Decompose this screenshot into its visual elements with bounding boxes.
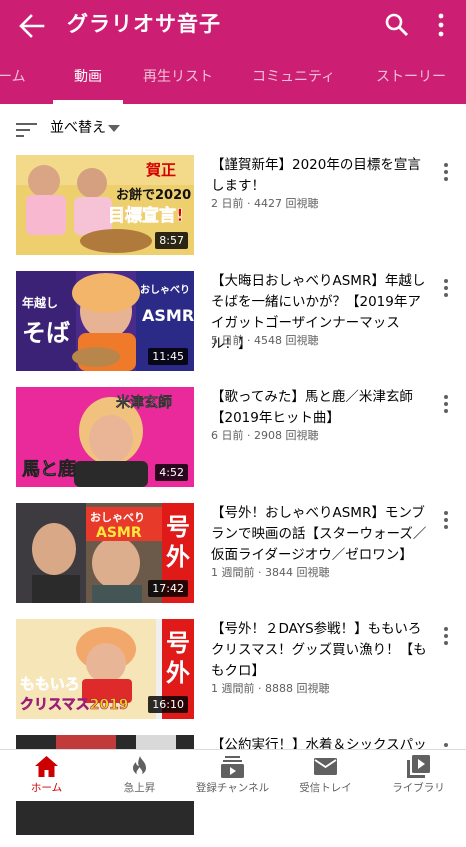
- video-metadata: 1 週間前 · 8888 回視聴: [211, 682, 330, 695]
- duration-badge: 17:42: [148, 580, 188, 597]
- channel-header: グラリオサ音子 ホーム 動画 再生リスト コミュニティ ストーリー: [0, 0, 466, 104]
- thumbnail-caption: 賀正: [145, 161, 176, 179]
- thumbnail-caption: 外: [166, 659, 190, 687]
- thumbnail-caption: ASMR: [142, 306, 194, 325]
- video-title[interactable]: 【謹賀新年】2020年の目標を宣言します！: [211, 155, 427, 197]
- duration-badge: 8:57: [155, 232, 188, 249]
- channel-title: グラリオサ音子: [67, 12, 221, 36]
- video-thumbnail[interactable]: 年越し そば おしゃべり ASMR 11:45: [16, 271, 194, 371]
- thumbnail-caption: 馬と鹿: [22, 458, 76, 480]
- sort-icon: [16, 123, 37, 137]
- bottom-navigation: ホーム 急上昇 登録チャンネル 受信トレイ ライブラリ: [0, 749, 466, 801]
- video-thumbnail[interactable]: おしゃべり ASMR 号 外 17:42: [16, 503, 194, 603]
- video-thumbnail[interactable]: 号 外 ももいろ クリスマス2019 16:10: [16, 619, 194, 719]
- thumbnail-caption: おしゃべり: [140, 284, 190, 296]
- video-title[interactable]: 【歌ってみた】馬と鹿／米津玄師【2019年ヒット曲】: [211, 387, 427, 429]
- more-vert-icon: [444, 627, 448, 645]
- chevron-down-icon: [108, 125, 120, 132]
- back-button[interactable]: [16, 12, 46, 40]
- tab-playlists[interactable]: 再生リスト: [143, 52, 213, 104]
- nav-home[interactable]: ホーム: [0, 750, 93, 801]
- thumbnail-caption: おしゃべり: [90, 511, 145, 524]
- nav-label: 急上昇: [123, 782, 156, 794]
- sort-label[interactable]: 並べ替え: [50, 118, 106, 138]
- video-item[interactable]: 号 外 ももいろ クリスマス2019 16:10 【号外！２DAYS参戦！】もも…: [0, 619, 466, 731]
- video-metadata: 2 日前 · 4427 回視聴: [211, 197, 319, 210]
- tab-home[interactable]: ホーム: [0, 52, 26, 104]
- duration-badge: 16:10: [148, 696, 188, 713]
- arrow-back-icon: [19, 14, 45, 38]
- video-thumbnail[interactable]: 賀正 お餅で2020 目標宣言! 8:57: [16, 155, 194, 255]
- more-vert-icon: [438, 13, 444, 37]
- more-vert-icon: [444, 511, 448, 529]
- thumbnail-caption: 米津玄師: [116, 394, 172, 411]
- nav-label: ホーム: [30, 782, 63, 794]
- search-button[interactable]: [384, 12, 410, 38]
- nav-trending[interactable]: 急上昇: [93, 750, 186, 801]
- nav-subscriptions[interactable]: 登録チャンネル: [186, 750, 279, 801]
- video-item[interactable]: 米津玄師 馬と鹿 4:52 【歌ってみた】馬と鹿／米津玄師【2019年ヒット曲】…: [0, 387, 466, 499]
- thumbnail-caption: ももいろ: [20, 675, 80, 693]
- tab-community[interactable]: コミュニティ: [252, 52, 335, 104]
- video-item[interactable]: おしゃべり ASMR 号 外 17:42 【号外！おしゃべりASMR】モンブラン…: [0, 503, 466, 615]
- subscriptions-icon: [221, 756, 244, 778]
- trending-fire-icon: [133, 756, 146, 776]
- nav-library[interactable]: ライブラリ: [372, 750, 465, 801]
- nav-label: 登録チャンネル: [195, 782, 270, 794]
- search-icon: [385, 13, 408, 36]
- video-metadata: 1 週間前 · 3844 回視聴: [211, 566, 330, 579]
- thumbnail-caption: 年越し: [22, 295, 58, 310]
- more-vert-icon: [444, 163, 448, 181]
- thumbnail-caption: 外: [166, 543, 190, 571]
- channel-tabs: ホーム 動画 再生リスト コミュニティ ストーリー: [0, 52, 466, 104]
- nav-label: 受信トレイ: [299, 782, 352, 794]
- app-bar: グラリオサ音子: [0, 0, 466, 52]
- thumbnail-caption: そば: [22, 319, 70, 347]
- nav-label: ライブラリ: [392, 782, 445, 794]
- thumbnail-caption: 目標宣言!: [108, 205, 184, 226]
- home-icon: [35, 756, 58, 777]
- video-item[interactable]: 賀正 お餅で2020 目標宣言! 8:57 【謹賀新年】2020年の目標を宣言し…: [0, 155, 466, 267]
- video-title[interactable]: 【号外！おしゃべりASMR】モンブランで映画の話【スターウォーズ／仮面ライダージ…: [211, 503, 427, 566]
- tab-videos[interactable]: 動画: [74, 52, 102, 104]
- video-menu-button[interactable]: [438, 509, 454, 531]
- video-metadata: 5 日前 · 4548 回視聴: [211, 334, 319, 347]
- sort-bar[interactable]: 並べ替え: [0, 104, 466, 154]
- video-menu-button[interactable]: [438, 393, 454, 415]
- video-metadata: 6 日前 · 2908 回視聴: [211, 429, 319, 442]
- video-title[interactable]: 【号外！２DAYS参戦！】ももいろクリスマス！グッズ買い漁り！【ももクロ】: [211, 619, 427, 682]
- nav-inbox[interactable]: 受信トレイ: [279, 750, 372, 801]
- duration-badge: 4:52: [155, 464, 188, 481]
- thumbnail-caption: 号: [166, 513, 190, 541]
- video-thumbnail[interactable]: 米津玄師 馬と鹿 4:52: [16, 387, 194, 487]
- video-menu-button[interactable]: [438, 625, 454, 647]
- more-vert-icon: [444, 279, 448, 297]
- duration-badge: 11:45: [148, 348, 188, 365]
- video-menu-button[interactable]: [438, 277, 454, 299]
- video-item[interactable]: 年越し そば おしゃべり ASMR 11:45 【大晦日おしゃべりASMR】年越…: [0, 271, 466, 383]
- thumbnail-caption: 号: [166, 629, 190, 657]
- thumbnail-caption: お餅で2020: [116, 187, 191, 203]
- overflow-menu-button[interactable]: [434, 12, 448, 38]
- inbox-mail-icon: [314, 758, 337, 775]
- thumbnail-caption: ASMR: [96, 525, 142, 541]
- library-icon: [407, 755, 430, 778]
- more-vert-icon: [444, 395, 448, 413]
- thumbnail-caption: クリスマス2019: [20, 697, 129, 713]
- tab-stories[interactable]: ストーリー: [376, 52, 446, 104]
- video-menu-button[interactable]: [438, 161, 454, 183]
